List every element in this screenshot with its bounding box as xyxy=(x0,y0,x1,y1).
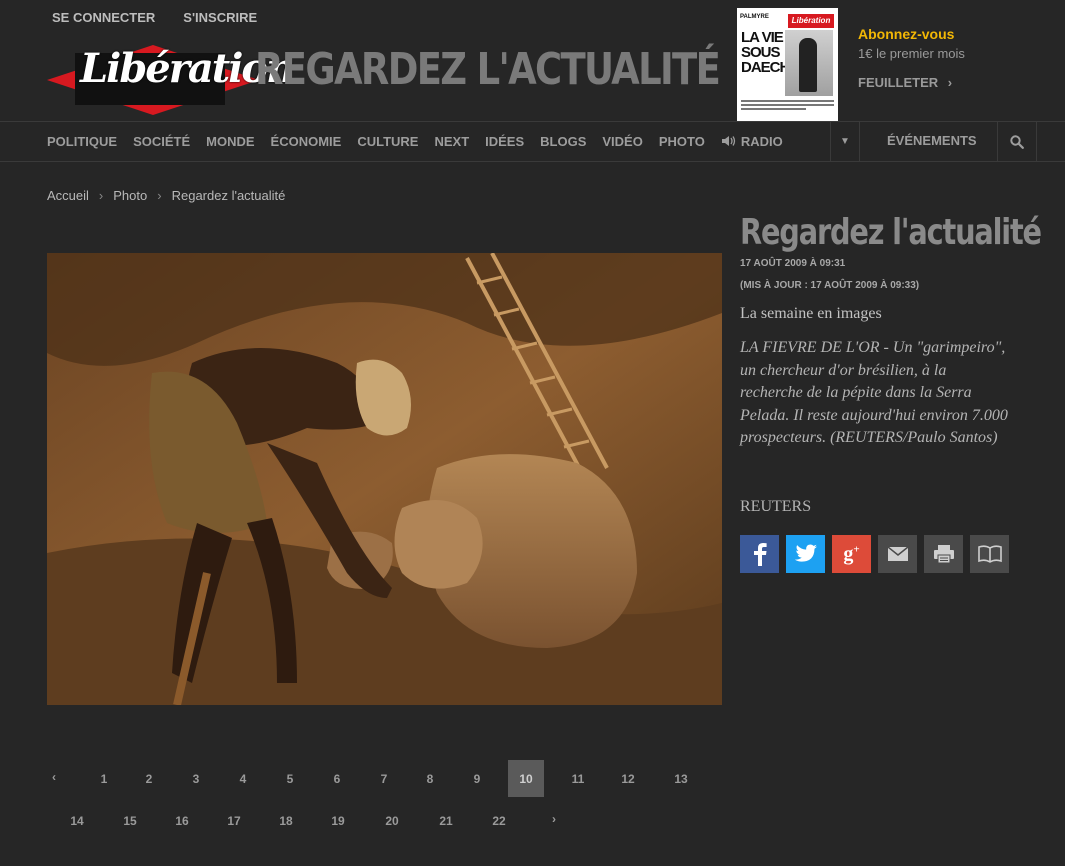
nav-item-photo[interactable]: PHOTO xyxy=(659,134,705,149)
article-date: 17 AOÛT 2009 À 09:31 xyxy=(740,258,846,269)
article-title: Regardez l'actualité xyxy=(740,212,1042,253)
share-twitter-button[interactable] xyxy=(786,535,825,573)
section-headline: REGARDEZ L'ACTUALITÉ xyxy=(255,44,721,95)
nav-item-radio-label: RADIO xyxy=(740,134,783,149)
search-icon xyxy=(1010,134,1024,149)
pagination-next-button[interactable]: › xyxy=(536,800,572,837)
facebook-icon xyxy=(753,543,767,566)
pagination-page[interactable]: 20 xyxy=(374,802,410,839)
pagination-page[interactable]: 9 xyxy=(459,760,495,797)
open-book-icon xyxy=(977,545,1002,563)
share-buttons: g+ xyxy=(740,535,1009,573)
pagination-prev-button[interactable]: ‹ xyxy=(36,758,72,795)
cover-text-lines xyxy=(741,98,834,112)
pagination-page[interactable]: 15 xyxy=(112,802,148,839)
nav-item-economie[interactable]: ÉCONOMIE xyxy=(271,134,342,149)
breadcrumb-home[interactable]: Accueil xyxy=(47,188,89,203)
nav-item-culture[interactable]: CULTURE xyxy=(357,134,418,149)
breadcrumb-photo[interactable]: Photo xyxy=(113,188,147,203)
pagination-page[interactable]: 6 xyxy=(319,760,355,797)
gold-miner-image xyxy=(47,253,722,705)
cover-figure xyxy=(799,38,817,92)
print-button[interactable] xyxy=(924,535,963,573)
feuilleter-label: FEUILLETER xyxy=(858,75,939,90)
share-googleplus-button[interactable]: g+ xyxy=(832,535,871,573)
breadcrumb: Accueil › Photo › Regardez l'actualité xyxy=(47,188,285,203)
printer-icon xyxy=(933,545,954,564)
photo-caption: LA FIEVRE DE L'OR - Un "garimpeiro", un … xyxy=(740,339,1008,446)
chevron-right-icon: › xyxy=(157,188,162,203)
pagination-page[interactable]: 3 xyxy=(178,760,214,797)
cover-masthead: Libération xyxy=(788,14,834,28)
nav-item-monde[interactable]: MONDE xyxy=(206,134,254,149)
cover-title: LA VIE SOUS DAECH xyxy=(741,29,790,76)
pagination-page[interactable]: 21 xyxy=(428,802,464,839)
pagination-page[interactable]: 16 xyxy=(164,802,200,839)
nav-item-radio[interactable]: RADIO xyxy=(721,134,799,149)
chevron-right-icon: › xyxy=(98,188,104,203)
nav-item-idees[interactable]: IDÉES xyxy=(485,134,524,149)
nav-item-video[interactable]: VIDÉO xyxy=(602,134,642,149)
googleplus-icon: g+ xyxy=(843,542,860,565)
read-button[interactable] xyxy=(970,535,1009,573)
photo-credit: REUTERS xyxy=(740,498,812,515)
chevron-right-icon: › xyxy=(947,75,953,90)
nav-item-societe[interactable]: SOCIÉTÉ xyxy=(133,134,190,149)
chevron-left-icon: ‹ xyxy=(52,769,56,784)
subscribe-link[interactable]: Abonnez-vous xyxy=(858,26,954,42)
pagination-page[interactable]: 4 xyxy=(225,760,261,797)
login-link[interactable]: SE CONNECTER xyxy=(52,10,155,25)
pagination-page[interactable]: 18 xyxy=(268,802,304,839)
nav-item-politique[interactable]: POLITIQUE xyxy=(47,134,117,149)
chevron-right-icon: › xyxy=(552,811,556,826)
nav-item-blogs[interactable]: BLOGS xyxy=(540,134,586,149)
twitter-icon xyxy=(794,544,817,562)
pagination-page[interactable]: 7 xyxy=(366,760,402,797)
article-updated: (MIS À JOUR : 17 AOÛT 2009 À 09:33) xyxy=(740,280,920,291)
pagination-page[interactable]: 14 xyxy=(59,802,95,839)
mail-icon xyxy=(887,546,908,561)
main-nav: POLITIQUE SOCIÉTÉ MONDE ÉCONOMIE CULTURE… xyxy=(0,121,1065,162)
subscribe-offer: 1€ le premier mois xyxy=(858,46,965,61)
nav-divider xyxy=(859,122,860,161)
breadcrumb-current: Regardez l'actualité xyxy=(171,188,286,203)
nav-divider xyxy=(1036,122,1037,161)
pagination-page[interactable]: 13 xyxy=(663,760,699,797)
pagination-page[interactable]: 5 xyxy=(272,760,308,797)
signup-link[interactable]: S'INSCRIRE xyxy=(183,10,257,25)
caret-down-icon: ▼ xyxy=(840,136,850,147)
nav-item-evenements[interactable]: ÉVÉNEMENTS xyxy=(887,133,977,148)
article-lead: La semaine en images xyxy=(740,305,882,322)
feuilleter-link[interactable]: FEUILLETER › xyxy=(858,75,952,90)
nav-items: POLITIQUE SOCIÉTÉ MONDE ÉCONOMIE CULTURE… xyxy=(47,122,815,161)
nav-more-dropdown[interactable]: ▼ xyxy=(831,122,859,161)
liberation-logo[interactable]: Libération xyxy=(47,37,295,115)
account-links: SE CONNECTER S'INSCRIRE xyxy=(52,10,257,25)
pagination-page[interactable]: 22 xyxy=(481,802,517,839)
share-facebook-button[interactable] xyxy=(740,535,779,573)
pagination-page-current[interactable]: 10 xyxy=(508,760,544,797)
newspaper-cover[interactable]: PALMYRE Libération LA VIE SOUS DAECH xyxy=(737,8,838,121)
speaker-icon xyxy=(721,136,736,146)
pagination-page[interactable]: 11 xyxy=(560,760,596,797)
pagination-page[interactable]: 8 xyxy=(412,760,448,797)
article-photo[interactable] xyxy=(47,253,722,705)
share-email-button[interactable] xyxy=(878,535,917,573)
search-button[interactable] xyxy=(998,122,1036,161)
pagination-page[interactable]: 1 xyxy=(86,760,122,797)
pagination-page[interactable]: 19 xyxy=(320,802,356,839)
pagination-page[interactable]: 17 xyxy=(216,802,252,839)
pagination-page[interactable]: 12 xyxy=(610,760,646,797)
nav-item-next[interactable]: NEXT xyxy=(434,134,469,149)
pagination-page[interactable]: 2 xyxy=(131,760,167,797)
